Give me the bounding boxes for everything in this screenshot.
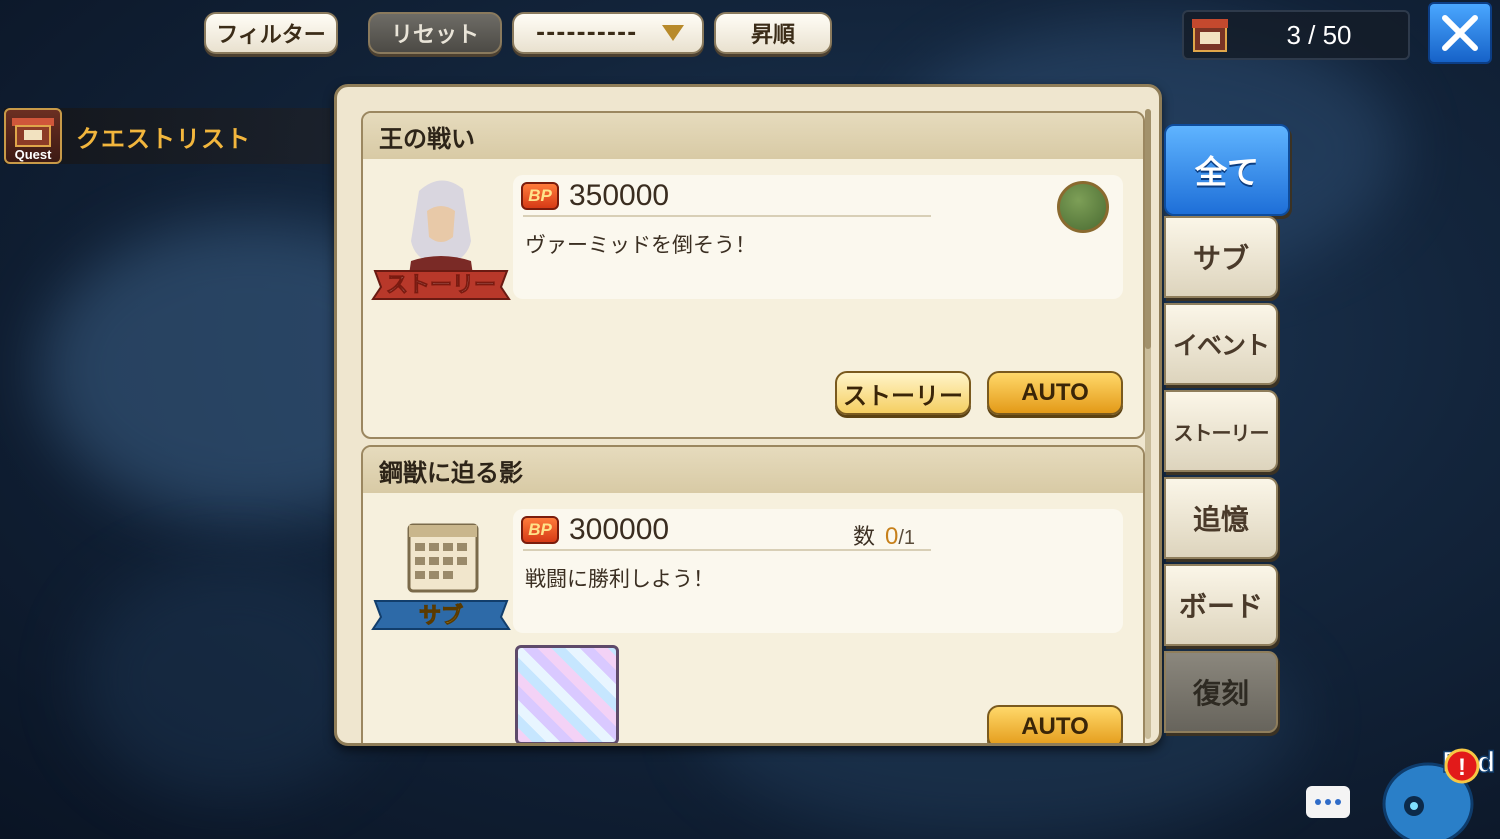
quest-icon: Quest	[4, 108, 62, 164]
close-icon	[1442, 15, 1478, 51]
bp-icon: BP	[521, 182, 559, 210]
chat-button[interactable]	[1306, 786, 1350, 818]
find-assistant-button[interactable]: Fi d !	[1370, 726, 1500, 839]
reset-button[interactable]: リセット	[368, 12, 502, 54]
quest-info: BP 350000 ヴァーミッドを倒そう！	[513, 175, 1123, 299]
quest-description: 戦闘に勝利しよう！	[525, 567, 714, 591]
quest-title: 王の戦い	[363, 113, 1143, 159]
story-badge-label: ストーリー	[386, 273, 496, 298]
quest-info: BP 300000 数 0 /1 戦闘に勝利しよう！	[513, 509, 1123, 633]
bp-icon: BP	[521, 516, 559, 544]
quest-counter: 3 / 50	[1182, 10, 1410, 60]
reward-card-image[interactable]	[515, 645, 619, 743]
count-current: 0	[885, 523, 899, 550]
sub-badge-label: サブ	[419, 603, 463, 629]
quest-card[interactable]: 鋼獣に迫る影 サブ BP 300000 数 0 /1 戦闘に勝利しよう！ AUT…	[361, 445, 1145, 743]
count-max: /1	[898, 527, 916, 549]
counter-value: 3 / 50	[1286, 19, 1352, 50]
story-button[interactable]: ストーリー	[835, 371, 971, 415]
auto-button[interactable]: AUTO	[987, 705, 1123, 743]
auto-button[interactable]: AUTO	[987, 371, 1123, 415]
sort-select[interactable]: ----------	[512, 12, 704, 54]
shop-icon	[1192, 19, 1228, 52]
quest-title: 鋼獣に迫る影	[363, 447, 1143, 493]
quest-icon-label: Quest	[14, 147, 52, 162]
svg-text:!: !	[1458, 754, 1466, 781]
tab-all[interactable]: 全て	[1164, 124, 1290, 216]
sub-quest-calendar-icon: サブ	[371, 523, 511, 630]
divider	[523, 215, 931, 217]
tab-reprint[interactable]: 復刻	[1164, 651, 1278, 733]
divider	[523, 549, 931, 551]
story-character-portrait: ストーリー	[371, 180, 511, 300]
bp-value: 300000	[569, 513, 670, 546]
filter-button[interactable]: フィルター	[204, 12, 338, 54]
sort-select-value: ----------	[536, 20, 638, 46]
tab-event[interactable]: イベント	[1164, 303, 1278, 385]
chevron-down-icon	[662, 25, 684, 41]
scrollbar-thumb[interactable]	[1145, 109, 1151, 349]
character-icon	[1057, 181, 1109, 233]
chat-icon	[1315, 799, 1321, 805]
quest-description: ヴァーミッドを倒そう！	[525, 233, 756, 257]
quest-panel[interactable]: 王の戦い ストーリー BP 350000 ヴァーミッドを倒そう！ ストーリー A…	[334, 84, 1162, 746]
order-button[interactable]: 昇順	[714, 12, 832, 54]
close-button[interactable]	[1428, 2, 1492, 64]
count-label: 数	[853, 525, 876, 550]
quest-list-header: Quest クエストリスト	[4, 108, 330, 164]
tab-memory[interactable]: 追憶	[1164, 477, 1278, 559]
tab-story[interactable]: ストーリー	[1164, 390, 1278, 472]
scrollbar[interactable]	[1145, 109, 1151, 739]
quest-list-title: クエストリスト	[76, 124, 251, 153]
bp-value: 350000	[569, 179, 670, 212]
quest-card[interactable]: 王の戦い ストーリー BP 350000 ヴァーミッドを倒そう！ ストーリー A…	[361, 111, 1145, 439]
tab-board[interactable]: ボード	[1164, 564, 1278, 646]
tab-sub[interactable]: サブ	[1164, 216, 1278, 298]
clear-count: 数 0 /1	[853, 519, 915, 551]
